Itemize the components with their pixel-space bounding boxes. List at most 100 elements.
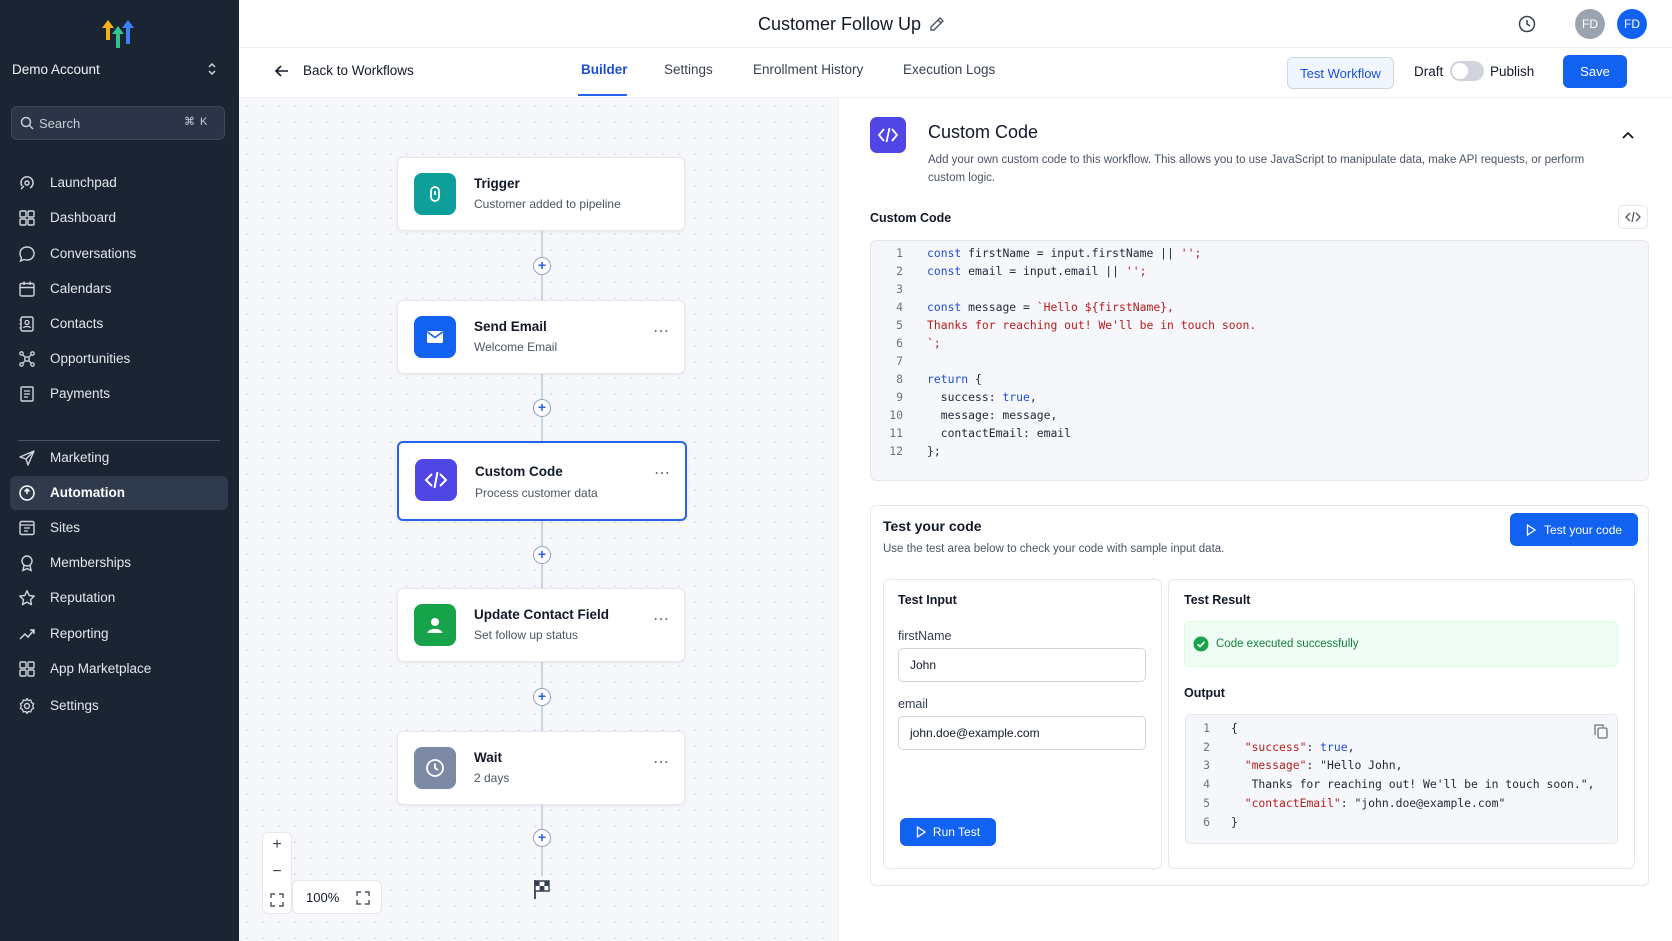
code-view-toggle[interactable]	[1618, 205, 1648, 229]
output-line-number: 4	[1203, 777, 1210, 792]
node-menu-icon[interactable]: ⋯	[653, 609, 670, 629]
sidebar-item-label: Memberships	[50, 555, 132, 570]
brand-logo[interactable]	[96, 14, 140, 54]
sidebar-item-reporting[interactable]: Reporting	[10, 617, 228, 651]
code-label: Custom Code	[870, 211, 952, 225]
user-avatar[interactable]: FD	[1617, 9, 1647, 39]
output-viewer: 1 {2 "success": true, 3 "message": "Hello …	[1185, 714, 1618, 844]
edit-title-icon[interactable]	[928, 15, 946, 33]
avatar[interactable]: FD	[1575, 9, 1605, 39]
sidebar-item-contacts[interactable]: Contacts	[10, 307, 228, 341]
trigger-icon	[414, 173, 456, 215]
panel-description: Add your own custom code to this workflo…	[928, 154, 1585, 166]
code-line: const firstName = input.firstName || '';	[927, 246, 1202, 260]
workflow-node-wait[interactable]: Wait 2 days ⋯	[397, 731, 685, 805]
run-test-label: Run Test	[932, 825, 981, 839]
search-input[interactable]: Search ⌘ K	[11, 106, 225, 140]
marketplace-icon	[18, 660, 36, 678]
fullscreen-icon[interactable]	[356, 891, 370, 905]
sidebar-item-conversations[interactable]: Conversations	[10, 237, 228, 271]
add-step-button[interactable]: +	[533, 546, 551, 564]
sidebar-item-label: Launchpad	[50, 175, 117, 190]
output-line: "message": "Hello John,	[1244, 758, 1403, 773]
node-menu-icon[interactable]: ⋯	[653, 321, 670, 341]
sidebar-item-label: Calendars	[50, 281, 112, 296]
nav-divider	[18, 440, 220, 441]
node-menu-icon[interactable]: ⋯	[653, 752, 670, 772]
sidebar-item-label: Payments	[50, 386, 111, 401]
play-icon	[1526, 523, 1536, 536]
account-name[interactable]: Demo Account	[12, 62, 100, 77]
tab-builder[interactable]: Builder	[581, 62, 628, 77]
reporting-icon	[18, 625, 36, 643]
workflow-node-custom-code[interactable]: Custom Code Process customer data ⋯	[397, 441, 687, 521]
sidebar-item-launchpad[interactable]: Launchpad	[10, 166, 228, 200]
test-result-title: Test Result	[1184, 593, 1251, 607]
sidebar-item-dashboard[interactable]: Dashboard	[10, 201, 228, 235]
search-placeholder: Search	[39, 116, 81, 131]
fit-view-icon[interactable]	[270, 893, 284, 907]
sidebar-item-app-marketplace[interactable]: App Marketplace	[10, 652, 228, 686]
sidebar-item-label: Conversations	[50, 246, 137, 261]
zoom-out-button[interactable]: −	[263, 863, 291, 881]
workflow-node-update-contact-field[interactable]: Update Contact Field Set follow up status…	[397, 588, 685, 662]
code-line: const message = `Hello ${firstName},	[927, 300, 1174, 314]
sidebar-item-settings[interactable]: Settings	[10, 689, 228, 723]
collapse-chevron-icon[interactable]	[1621, 128, 1635, 139]
sidebar-item-label: Automation	[50, 485, 125, 500]
run-test-button[interactable]: Run Test	[900, 818, 996, 846]
zoom-in-button[interactable]: +	[263, 836, 291, 854]
sidebar-item-label: Marketing	[50, 450, 110, 465]
sidebar-item-label: Sites	[50, 520, 81, 535]
code-line: const email = input.email || '';	[927, 264, 1147, 278]
workflow-node-trigger[interactable]: Trigger Customer added to pipeline	[397, 157, 685, 231]
add-step-button[interactable]: +	[533, 399, 551, 417]
sidebar-item-calendars[interactable]: Calendars	[10, 272, 228, 306]
publish-label: Publish	[1490, 64, 1535, 79]
node-menu-icon[interactable]: ⋯	[654, 463, 671, 483]
search-shortcut: ⌘ K	[184, 116, 209, 128]
sidebar-item-marketing[interactable]: Marketing	[10, 441, 228, 475]
sidebar-item-memberships[interactable]: Memberships	[10, 546, 228, 580]
code-line: message: message,	[927, 408, 1058, 422]
avatar-initials: FD	[1582, 17, 1598, 31]
code-line: contactEmail: email	[927, 426, 1072, 440]
contacts-icon	[18, 315, 36, 333]
test-workflow-button[interactable]: Test Workflow	[1287, 57, 1394, 89]
add-step-button[interactable]: +	[533, 688, 551, 706]
save-button[interactable]: Save	[1563, 55, 1627, 88]
code-line: return {	[927, 372, 982, 386]
test-your-code-button[interactable]: Test your code	[1510, 513, 1638, 546]
sidebar-item-opportunities[interactable]: Opportunities	[10, 342, 228, 376]
output-line-number: 2	[1203, 739, 1210, 754]
account-switcher-icon[interactable]	[206, 61, 218, 77]
launchpad-icon	[18, 174, 36, 192]
add-step-button[interactable]: +	[533, 257, 551, 275]
firstname-field[interactable]: John	[898, 648, 1146, 682]
back-to-workflows-link[interactable]: Back to Workflows	[303, 63, 414, 78]
add-step-button[interactable]: +	[533, 829, 551, 847]
tab-enrollment-history[interactable]: Enrollment History	[753, 62, 863, 77]
test-description: Use the test area below to check your co…	[883, 543, 1225, 555]
workflow-node-send-email[interactable]: Send Email Welcome Email ⋯	[397, 300, 685, 374]
tab-execution-logs[interactable]: Execution Logs	[903, 62, 995, 77]
publish-toggle[interactable]	[1450, 61, 1484, 81]
panel-title: Custom Code	[928, 122, 1039, 142]
sidebar-item-sites[interactable]: Sites	[10, 511, 228, 545]
code-line: };	[927, 444, 941, 458]
tab-settings[interactable]: Settings	[664, 62, 713, 77]
line-number: 3	[896, 282, 903, 296]
sidebar-item-payments[interactable]: Payments	[10, 377, 228, 411]
history-icon[interactable]	[1517, 14, 1537, 34]
payments-icon	[18, 385, 36, 403]
sidebar-item-label: App Marketplace	[50, 661, 152, 676]
back-arrow-icon[interactable]	[274, 63, 290, 79]
sidebar-item-reputation[interactable]: Reputation	[10, 581, 228, 615]
sidebar-item-automation[interactable]: Automation	[10, 476, 228, 510]
search-icon	[20, 116, 34, 130]
calendar-icon	[18, 280, 36, 298]
zoom-level-box: 100%	[292, 880, 382, 914]
email-field[interactable]: john.doe@example.com	[898, 716, 1146, 750]
code-editor[interactable]: 1 const firstName = input.firstName || ''…	[870, 240, 1649, 481]
copy-icon[interactable]	[1593, 723, 1609, 739]
